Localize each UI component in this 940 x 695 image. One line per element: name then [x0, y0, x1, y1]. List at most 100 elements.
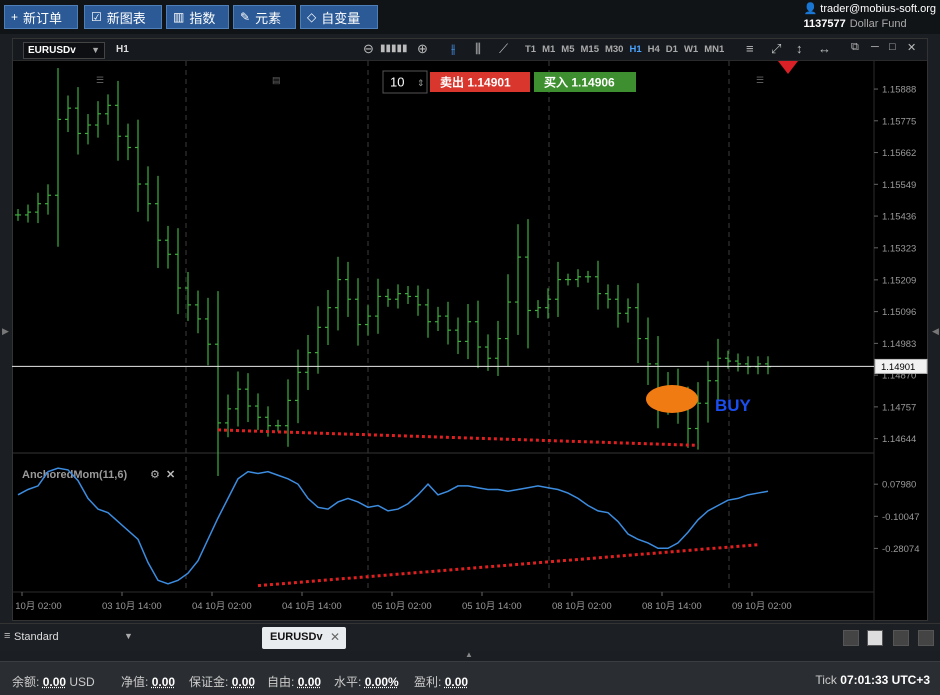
bar-chart-icon[interactable]: ⫲ [451, 41, 455, 57]
indicator-tick-label: -0.28074 [882, 544, 920, 555]
chart-toolbar: EURUSDv ▼ H1 ⊖ ▮▮▮▮▮ ⊕ ⫲ ⫼ ⟋ T1 M1 M5 M15 M3… [13, 39, 927, 61]
timeframe-h1[interactable]: H1 [629, 44, 641, 55]
new-chart-button[interactable]: ☑ 新图表 [84, 5, 162, 29]
indicator-list-icon[interactable]: ≡ [746, 41, 754, 56]
current-price-label: 1.14901 [881, 362, 915, 373]
indicator-close-icon[interactable]: ✕ [166, 469, 175, 481]
zoom-out-icon[interactable]: ⊖ [363, 41, 374, 57]
panel-grip-icon[interactable]: ▲ [465, 650, 475, 659]
drawing-icon: ✎ [240, 10, 251, 24]
custom-label: 自变量 [321, 10, 361, 26]
time-tick-label: 08 10月 02:00 [552, 601, 612, 612]
equity-item: 净值: 0.00 [121, 673, 175, 690]
maximize-icon[interactable]: □ [889, 41, 896, 53]
chevron-down-icon: ▼ [91, 45, 100, 55]
diamond-icon: ◇ [307, 10, 317, 24]
indicator-settings-icon[interactable]: ⚙ [150, 469, 160, 481]
time-tick-label: 09 10月 02:00 [732, 601, 792, 612]
margin-value: 0.00 [231, 675, 256, 689]
time-tick-label: 05 10月 14:00 [462, 601, 522, 612]
period-label: H1 [116, 44, 129, 55]
profit-item: 盈利: 0.00 [414, 673, 468, 690]
balance-value: 0.00 [42, 675, 67, 689]
lot-stepper-icon: ⇕ [417, 78, 425, 88]
price-tick-label: 1.15436 [882, 212, 916, 223]
timeframe-m30[interactable]: M30 [605, 44, 623, 55]
time-tick-label: 04 10月 02:00 [192, 601, 252, 612]
elements-button[interactable]: ✎ 元素 [233, 5, 296, 29]
left-collapse-arrow[interactable]: ▶ [2, 326, 9, 338]
indicator-label: AnchoredMom(11,6) [22, 469, 127, 481]
price-chart[interactable]: 1.15888 1.15775 1.15662 1.15549 1.15436 1.153… [12, 61, 928, 621]
equity-value: 0.00 [151, 675, 176, 689]
tab-eurusdv[interactable]: EURUSDv ✕ [262, 627, 346, 649]
zoom-slider[interactable]: ▮▮▮▮▮ [380, 43, 408, 54]
timeframe-m1[interactable]: M1 [542, 44, 555, 55]
indicator-line [17, 467, 769, 585]
indices-button[interactable]: ▥ 指数 [166, 5, 229, 29]
layout-single-icon[interactable] [843, 630, 859, 646]
zoom-in-icon[interactable]: ⊕ [417, 41, 428, 57]
horizontal-scale-icon[interactable]: ↔ [818, 41, 831, 56]
time-tick-label: 03 10月 02:00 [12, 601, 62, 612]
indicator-trendline [257, 543, 759, 588]
sell-button-label: 卖出 1.14901 [440, 75, 511, 90]
layout-horizontal-icon[interactable] [918, 630, 934, 646]
buy-button-label: 买入 1.14906 [544, 76, 615, 90]
new-chart-label: 新图表 [106, 10, 146, 26]
line-chart-icon[interactable]: ⟋ [499, 41, 508, 57]
tick-label: Tick [815, 673, 837, 687]
workspace-chevron-icon[interactable]: ▼ [124, 631, 133, 641]
margin-label: 保证金: [189, 675, 229, 689]
timeframe-m15[interactable]: M15 [581, 44, 599, 55]
hamburger-icon[interactable]: ≡ [4, 630, 10, 642]
custom-button[interactable]: ◇ 自变量 [300, 5, 378, 29]
timeframe-d1[interactable]: D1 [666, 44, 678, 55]
expand-diagonal-icon[interactable]: ⤢ [771, 41, 781, 57]
time-tick-label: 05 10月 02:00 [372, 601, 432, 612]
account-info[interactable]: 👤 trader@mobius-soft.org 1137577 Dollar F… [804, 2, 936, 32]
timeframe-t1[interactable]: T1 [525, 44, 536, 55]
detach-icon[interactable]: ⧉ [851, 41, 859, 54]
price-tick-label: 1.15662 [882, 148, 916, 159]
free-label: 自由: [267, 675, 295, 689]
timeframe-m5[interactable]: M5 [561, 44, 574, 55]
free-value: 0.00 [297, 675, 322, 689]
plus-icon: + [11, 10, 19, 24]
new-order-button[interactable]: + 新订单 [4, 5, 78, 29]
workspace-tabs-bar: ≡ Standard ▼ EURUSDv ✕ [0, 623, 940, 651]
price-tick-label: 1.15549 [882, 180, 916, 191]
new-order-label: 新订单 [23, 10, 63, 26]
time-value: 07:01:33 [840, 673, 889, 687]
timezone-value[interactable]: UTC+3 [892, 673, 930, 687]
symbol-select[interactable]: EURUSDv ▼ [23, 42, 105, 59]
time-tick-label: 04 10月 14:00 [282, 601, 342, 612]
candle-chart-icon[interactable]: ⫼ [475, 41, 481, 57]
price-tick-label: 1.14757 [882, 402, 916, 413]
balance-item: 余额: 0.00 USD [12, 673, 95, 690]
timeframe-w1[interactable]: W1 [684, 44, 698, 55]
minimize-icon[interactable]: ─ [871, 41, 879, 53]
user-icon: 👤 [803, 3, 818, 15]
buy-zone-ellipse [646, 385, 698, 413]
period-marker-icon: ☰ [96, 75, 104, 85]
indicator-tick-label: -0.10047 [882, 512, 920, 523]
balance-label: 余额: [12, 675, 40, 689]
layout-vertical-icon[interactable] [893, 630, 909, 646]
close-icon[interactable]: ✕ [907, 41, 916, 54]
tab-label: EURUSDv [270, 631, 323, 643]
vertical-scale-icon[interactable]: ↕ [796, 41, 803, 56]
layout-grid-icon[interactable] [867, 630, 883, 646]
currency-label: USD [69, 675, 95, 689]
workspace-name[interactable]: Standard [14, 631, 59, 643]
elements-label: 元素 [255, 10, 282, 26]
time-tick-label: 08 10月 14:00 [642, 601, 702, 612]
buy-annotation: BUY [715, 396, 752, 415]
alert-triangle-icon [778, 61, 798, 74]
timeframe-mn1[interactable]: MN1 [704, 44, 724, 55]
tab-close-icon[interactable]: ✕ [330, 630, 340, 644]
level-label: 水平: [334, 675, 362, 689]
timeframe-h4[interactable]: H4 [648, 44, 660, 55]
price-tick-label: 1.15209 [882, 275, 916, 286]
right-collapse-arrow[interactable]: ◀ [932, 326, 939, 338]
